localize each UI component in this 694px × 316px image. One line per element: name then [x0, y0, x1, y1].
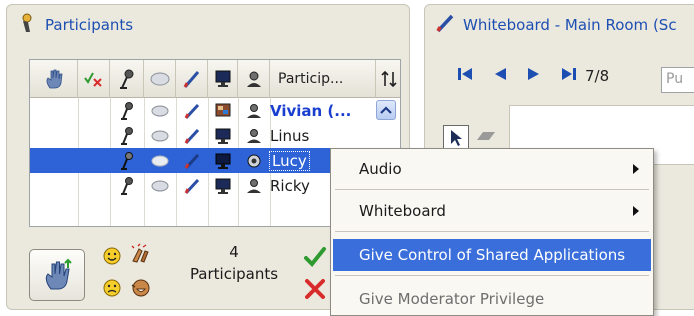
participants-grid-header: Particip... — [30, 60, 400, 98]
whiteboard-panel-title: Whiteboard - Main Room (Sc — [463, 16, 677, 34]
menu-item-whiteboard[interactable]: Whiteboard — [333, 195, 651, 227]
first-page-icon[interactable] — [457, 67, 473, 85]
microphone-icon[interactable] — [110, 98, 144, 123]
submenu-arrow-icon — [633, 164, 639, 174]
check-cross-icon — [83, 72, 102, 87]
whiteboard-page-navigation: 7/8 — [457, 67, 609, 85]
chat-column-header[interactable] — [144, 60, 176, 98]
audio-column-header[interactable] — [110, 60, 144, 98]
pen-icon — [183, 71, 199, 88]
whiteboard-panel-header: Whiteboard - Main Room (Sc — [435, 13, 677, 37]
sort-column-button[interactable] — [376, 60, 400, 98]
submenu-arrow-icon — [633, 206, 639, 216]
video-camera-icon[interactable] — [238, 148, 270, 173]
participant-name: Lucy — [269, 150, 310, 171]
person-icon[interactable] — [238, 98, 270, 123]
pen-icon[interactable] — [176, 123, 208, 148]
check-yes-icon[interactable] — [303, 245, 327, 269]
person-icon[interactable] — [238, 173, 270, 198]
participant-row[interactable]: Vivian (... — [30, 98, 376, 123]
eraser-tool-icon[interactable] — [475, 131, 497, 141]
whiteboard-pen-icon — [435, 12, 457, 38]
pages-dropdown[interactable]: Pu — [661, 67, 694, 93]
video-column-header[interactable] — [238, 60, 270, 98]
monitor-icon — [215, 70, 230, 87]
chat-bubble-icon[interactable] — [144, 148, 176, 173]
menu-item-audio[interactable]: Audio — [333, 153, 651, 185]
pen-icon[interactable] — [176, 98, 208, 123]
microphone-icon[interactable] — [110, 148, 144, 173]
participant-name-column-header[interactable]: Particip... — [270, 60, 376, 98]
raise-hand-icon — [45, 258, 72, 290]
whiteboard-column-header[interactable] — [176, 60, 208, 98]
chat-bubble-icon[interactable] — [144, 98, 176, 123]
participant-count-number: 4 — [229, 243, 239, 261]
cross-no-icon[interactable] — [303, 277, 327, 301]
participant-row[interactable]: Linus — [30, 123, 376, 148]
participant-count-label: Participants — [189, 265, 279, 283]
hand-icon — [46, 69, 62, 89]
sort-arrows-icon — [381, 70, 397, 88]
chat-bubble-icon[interactable] — [144, 173, 176, 198]
chat-bubble-icon — [150, 72, 169, 86]
participant-name: Vivian (... — [270, 101, 352, 120]
last-page-icon[interactable] — [561, 67, 577, 85]
person-icon[interactable] — [238, 123, 270, 148]
microphone-icon[interactable] — [110, 123, 144, 148]
menu-item-audio-label: Audio — [359, 160, 402, 178]
monitor-icon[interactable] — [208, 148, 238, 173]
status-column-header[interactable] — [78, 60, 110, 98]
app-share-column-header[interactable] — [208, 60, 238, 98]
menu-item-give-moderator-privilege[interactable]: Give Moderator Privilege — [333, 283, 651, 315]
monitor-icon[interactable] — [208, 123, 238, 148]
frown-emoticon-icon[interactable] — [101, 277, 123, 299]
page-indicator: 7/8 — [585, 67, 610, 85]
chevron-up-icon — [380, 106, 392, 114]
participant-name: Linus — [270, 126, 310, 145]
microphone-icon[interactable] — [110, 173, 144, 198]
raise-hand-column-header[interactable] — [30, 60, 78, 98]
next-page-icon[interactable] — [527, 67, 541, 85]
scroll-up-button[interactable] — [376, 100, 396, 120]
laugh-emoticon-icon[interactable] — [129, 277, 151, 299]
participant-name-header-label: Particip... — [278, 71, 344, 87]
menu-item-give-control-shared-apps[interactable]: Give Control of Shared Applications — [333, 239, 651, 271]
microphone-icon — [119, 69, 133, 89]
pen-icon[interactable] — [176, 148, 208, 173]
person-icon — [246, 71, 261, 87]
participant-context-menu: Audio Whiteboard Give Control of Shared … — [330, 148, 654, 316]
participants-icon — [17, 12, 39, 38]
chat-bubble-icon[interactable] — [144, 123, 176, 148]
menu-item-give-control-label: Give Control of Shared Applications — [359, 246, 626, 264]
menu-item-give-moderator-label: Give Moderator Privilege — [359, 290, 545, 308]
cursor-arrow-icon — [451, 130, 462, 146]
participant-count: 4 Participants — [179, 241, 289, 285]
pen-icon[interactable] — [176, 173, 208, 198]
raise-hand-button[interactable] — [29, 249, 85, 301]
participants-panel-header: Participants — [17, 13, 133, 37]
participant-row[interactable]: Ricky — [30, 173, 376, 198]
smile-emoticon-icon[interactable] — [101, 245, 123, 267]
menu-item-whiteboard-label: Whiteboard — [359, 202, 446, 220]
shared-screen-icon[interactable] — [208, 98, 238, 123]
participants-panel-title: Participants — [45, 16, 134, 34]
applause-emoticon-icon[interactable] — [129, 243, 151, 265]
monitor-icon[interactable] — [208, 173, 238, 198]
participant-name: Ricky — [270, 176, 310, 195]
previous-page-icon[interactable] — [493, 67, 507, 85]
